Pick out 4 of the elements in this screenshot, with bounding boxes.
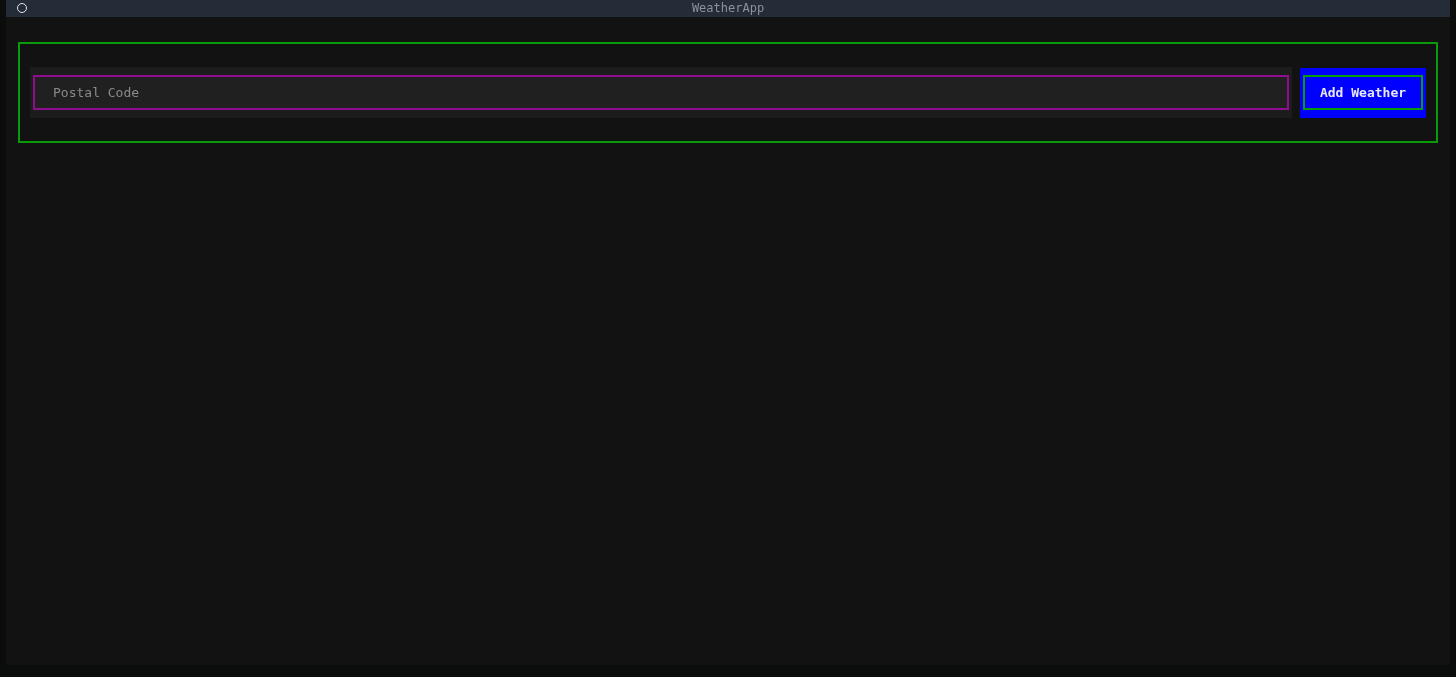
add-weather-button[interactable]: Add Weather [1303, 75, 1423, 110]
postal-code-input[interactable]: Postal Code [33, 75, 1289, 110]
postal-code-field[interactable]: Postal Code [30, 67, 1292, 118]
window-title: WeatherApp [691, 0, 765, 17]
